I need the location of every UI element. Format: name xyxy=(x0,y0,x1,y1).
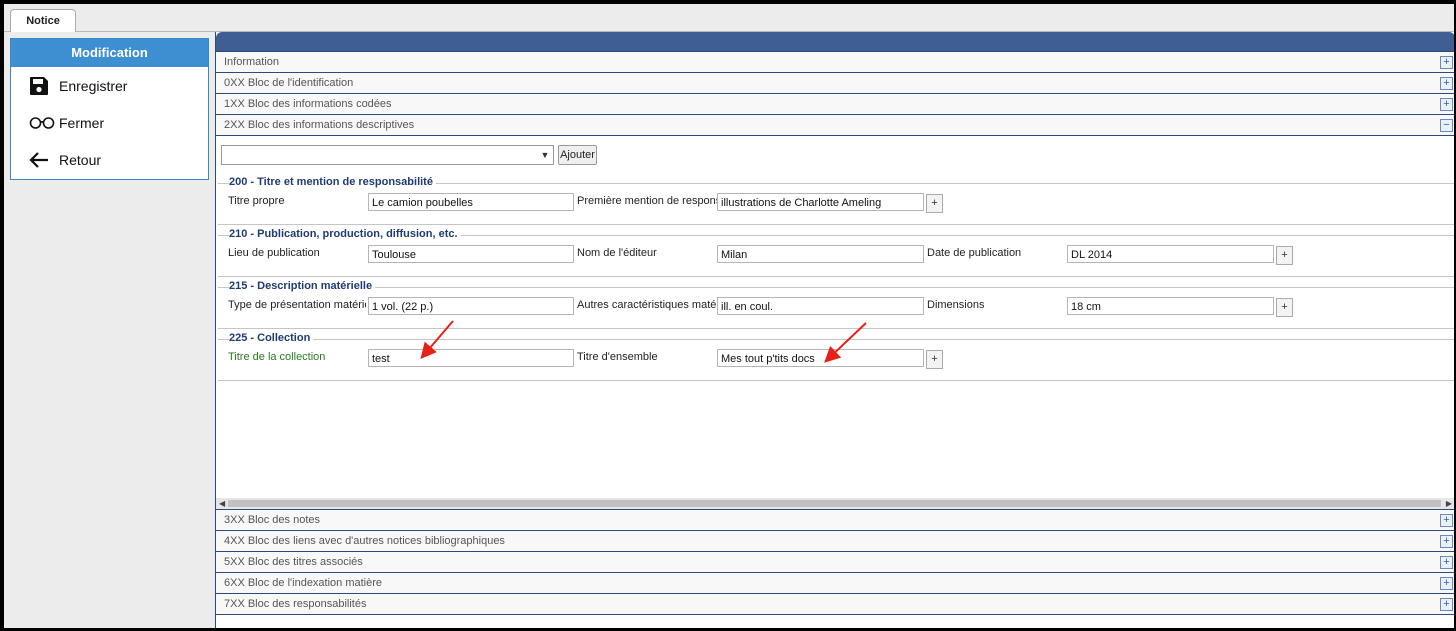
input-date-publication[interactable]: DL 2014 xyxy=(1067,245,1274,263)
section-6xx[interactable]: 6XX Bloc de l'indexation matière + xyxy=(216,573,1454,594)
section-label: 6XX Bloc de l'indexation matière xyxy=(224,577,383,589)
section-2xx-content: ▼ Ajouter 200 - Titre et mention de resp… xyxy=(216,136,1454,510)
editor-header-bar xyxy=(216,32,1454,51)
input-titre-ensemble[interactable]: Mes tout p'tits docs xyxy=(717,349,924,367)
section-2xx[interactable]: 2XX Bloc des informations descriptives − xyxy=(216,115,1454,136)
label-titre-ensemble: Titre d'ensemble xyxy=(577,351,658,363)
input-titre-collection[interactable]: test xyxy=(368,349,574,367)
fieldset-border xyxy=(218,339,1454,340)
close-button-label: Fermer xyxy=(59,114,105,131)
section-5xx[interactable]: 5XX Bloc des titres associés + xyxy=(216,552,1454,573)
fieldset-bottom-border xyxy=(218,224,1454,225)
section-information[interactable]: Information + xyxy=(216,51,1454,73)
fieldset-legend: 210 - Publication, production, diffusion… xyxy=(229,228,461,240)
label-type-presentation: Type de présentation matérielle xyxy=(228,299,366,311)
section-label: 4XX Bloc des liens avec d'autres notices… xyxy=(224,535,505,547)
section-4xx[interactable]: 4XX Bloc des liens avec d'autres notices… xyxy=(216,531,1454,552)
horizontal-scrollbar[interactable]: ◀ ▶ xyxy=(216,498,1454,509)
scroll-left-icon[interactable]: ◀ xyxy=(219,498,225,509)
expand-icon[interactable]: + xyxy=(1440,556,1453,569)
expand-icon[interactable]: + xyxy=(1440,77,1453,90)
input-dimensions[interactable]: 18 cm xyxy=(1067,297,1274,315)
add-subfield-button[interactable]: + xyxy=(926,194,943,213)
section-label: 2XX Bloc des informations descriptives xyxy=(224,119,415,131)
label-titre-collection: Titre de la collection xyxy=(228,351,326,363)
label-premiere-mention: Première mention de responsabilité xyxy=(577,195,717,207)
fieldset-legend: 200 - Titre et mention de responsabilité xyxy=(229,176,436,188)
action-panel-header: Modification xyxy=(11,39,208,67)
arrow-left-icon xyxy=(29,151,55,169)
input-premiere-mention[interactable]: illustrations de Charlotte Ameling xyxy=(717,193,924,211)
save-button[interactable]: Enregistrer xyxy=(11,67,208,104)
label-nom-editeur: Nom de l'éditeur xyxy=(577,247,657,259)
section-0xx[interactable]: 0XX Bloc de l'identification + xyxy=(216,73,1454,94)
expand-icon[interactable]: + xyxy=(1440,598,1453,611)
glasses-icon xyxy=(29,116,55,130)
label-dimensions: Dimensions xyxy=(927,299,985,311)
add-subfield-button[interactable]: + xyxy=(1276,246,1293,265)
input-nom-editeur[interactable]: Milan xyxy=(717,245,924,263)
section-label: 7XX Bloc des responsabilités xyxy=(224,598,367,610)
collapse-icon[interactable]: − xyxy=(1440,119,1453,132)
expand-icon[interactable]: + xyxy=(1440,535,1453,548)
save-button-label: Enregistrer xyxy=(59,77,128,94)
tab-bar: Notice xyxy=(4,4,1454,32)
back-button[interactable]: Retour xyxy=(11,141,208,178)
scrollbar-thumb[interactable] xyxy=(228,500,1441,507)
field-select[interactable]: ▼ xyxy=(221,145,554,165)
section-7xx[interactable]: 7XX Bloc des responsabilités + xyxy=(216,594,1454,615)
input-lieu-publication[interactable]: Toulouse xyxy=(368,245,574,263)
section-3xx[interactable]: 3XX Bloc des notes + xyxy=(216,510,1454,531)
add-subfield-button[interactable]: + xyxy=(926,350,943,369)
label-autres-caracteristiques: Autres caractéristiques matérielles xyxy=(577,299,717,311)
section-label: Information xyxy=(224,56,280,68)
app-frame: Notice Modification Enregistrer Fermer R… xyxy=(4,4,1454,628)
fieldset-bottom-border xyxy=(218,276,1454,277)
record-editor: Information + 0XX Bloc de l'identificati… xyxy=(215,32,1454,628)
label-titre-propre: Titre propre xyxy=(228,195,285,207)
section-label: 5XX Bloc des titres associés xyxy=(224,556,363,568)
section-label: 3XX Bloc des notes xyxy=(224,514,321,526)
chevron-down-icon: ▼ xyxy=(540,150,550,160)
fieldset-225: 225 - Collection Titre de la collection … xyxy=(218,332,1454,382)
close-button[interactable]: Fermer xyxy=(11,104,208,141)
fieldset-bottom-border xyxy=(218,328,1454,329)
scroll-right-icon[interactable]: ▶ xyxy=(1446,498,1452,509)
tab-notice[interactable]: Notice xyxy=(10,9,76,32)
expand-icon[interactable]: + xyxy=(1440,514,1453,527)
expand-icon[interactable]: + xyxy=(1440,577,1453,590)
input-titre-propre[interactable]: Le camion poubelles xyxy=(368,193,574,211)
expand-icon[interactable]: + xyxy=(1440,98,1453,111)
fieldset-200: 200 - Titre et mention de responsabilité… xyxy=(218,176,1454,226)
section-1xx[interactable]: 1XX Bloc des informations codées + xyxy=(216,94,1454,115)
fieldset-border xyxy=(218,287,1454,288)
section-label: 1XX Bloc des informations codées xyxy=(224,98,392,110)
back-button-label: Retour xyxy=(59,151,102,168)
input-type-presentation[interactable]: 1 vol. (22 p.) xyxy=(368,297,574,315)
section-label: 0XX Bloc de l'identification xyxy=(224,77,354,89)
fieldset-bottom-border xyxy=(218,380,1454,381)
add-field-button[interactable]: Ajouter xyxy=(558,145,597,165)
fieldset-210: 210 - Publication, production, diffusion… xyxy=(218,228,1454,278)
input-autres-caracteristiques[interactable]: ill. en coul. xyxy=(717,297,924,315)
label-date-publication: Date de publication xyxy=(927,247,1022,259)
add-subfield-button[interactable]: + xyxy=(1276,298,1293,317)
fieldset-215: 215 - Description matérielle Type de pré… xyxy=(218,280,1454,330)
floppy-disk-icon xyxy=(29,76,55,96)
expand-icon[interactable]: + xyxy=(1440,56,1453,69)
action-panel: Modification Enregistrer Fermer Retour xyxy=(10,38,209,180)
fieldset-legend: 215 - Description matérielle xyxy=(229,280,376,292)
fieldset-legend: 225 - Collection xyxy=(229,332,314,344)
label-lieu-publication: Lieu de publication xyxy=(228,247,320,259)
